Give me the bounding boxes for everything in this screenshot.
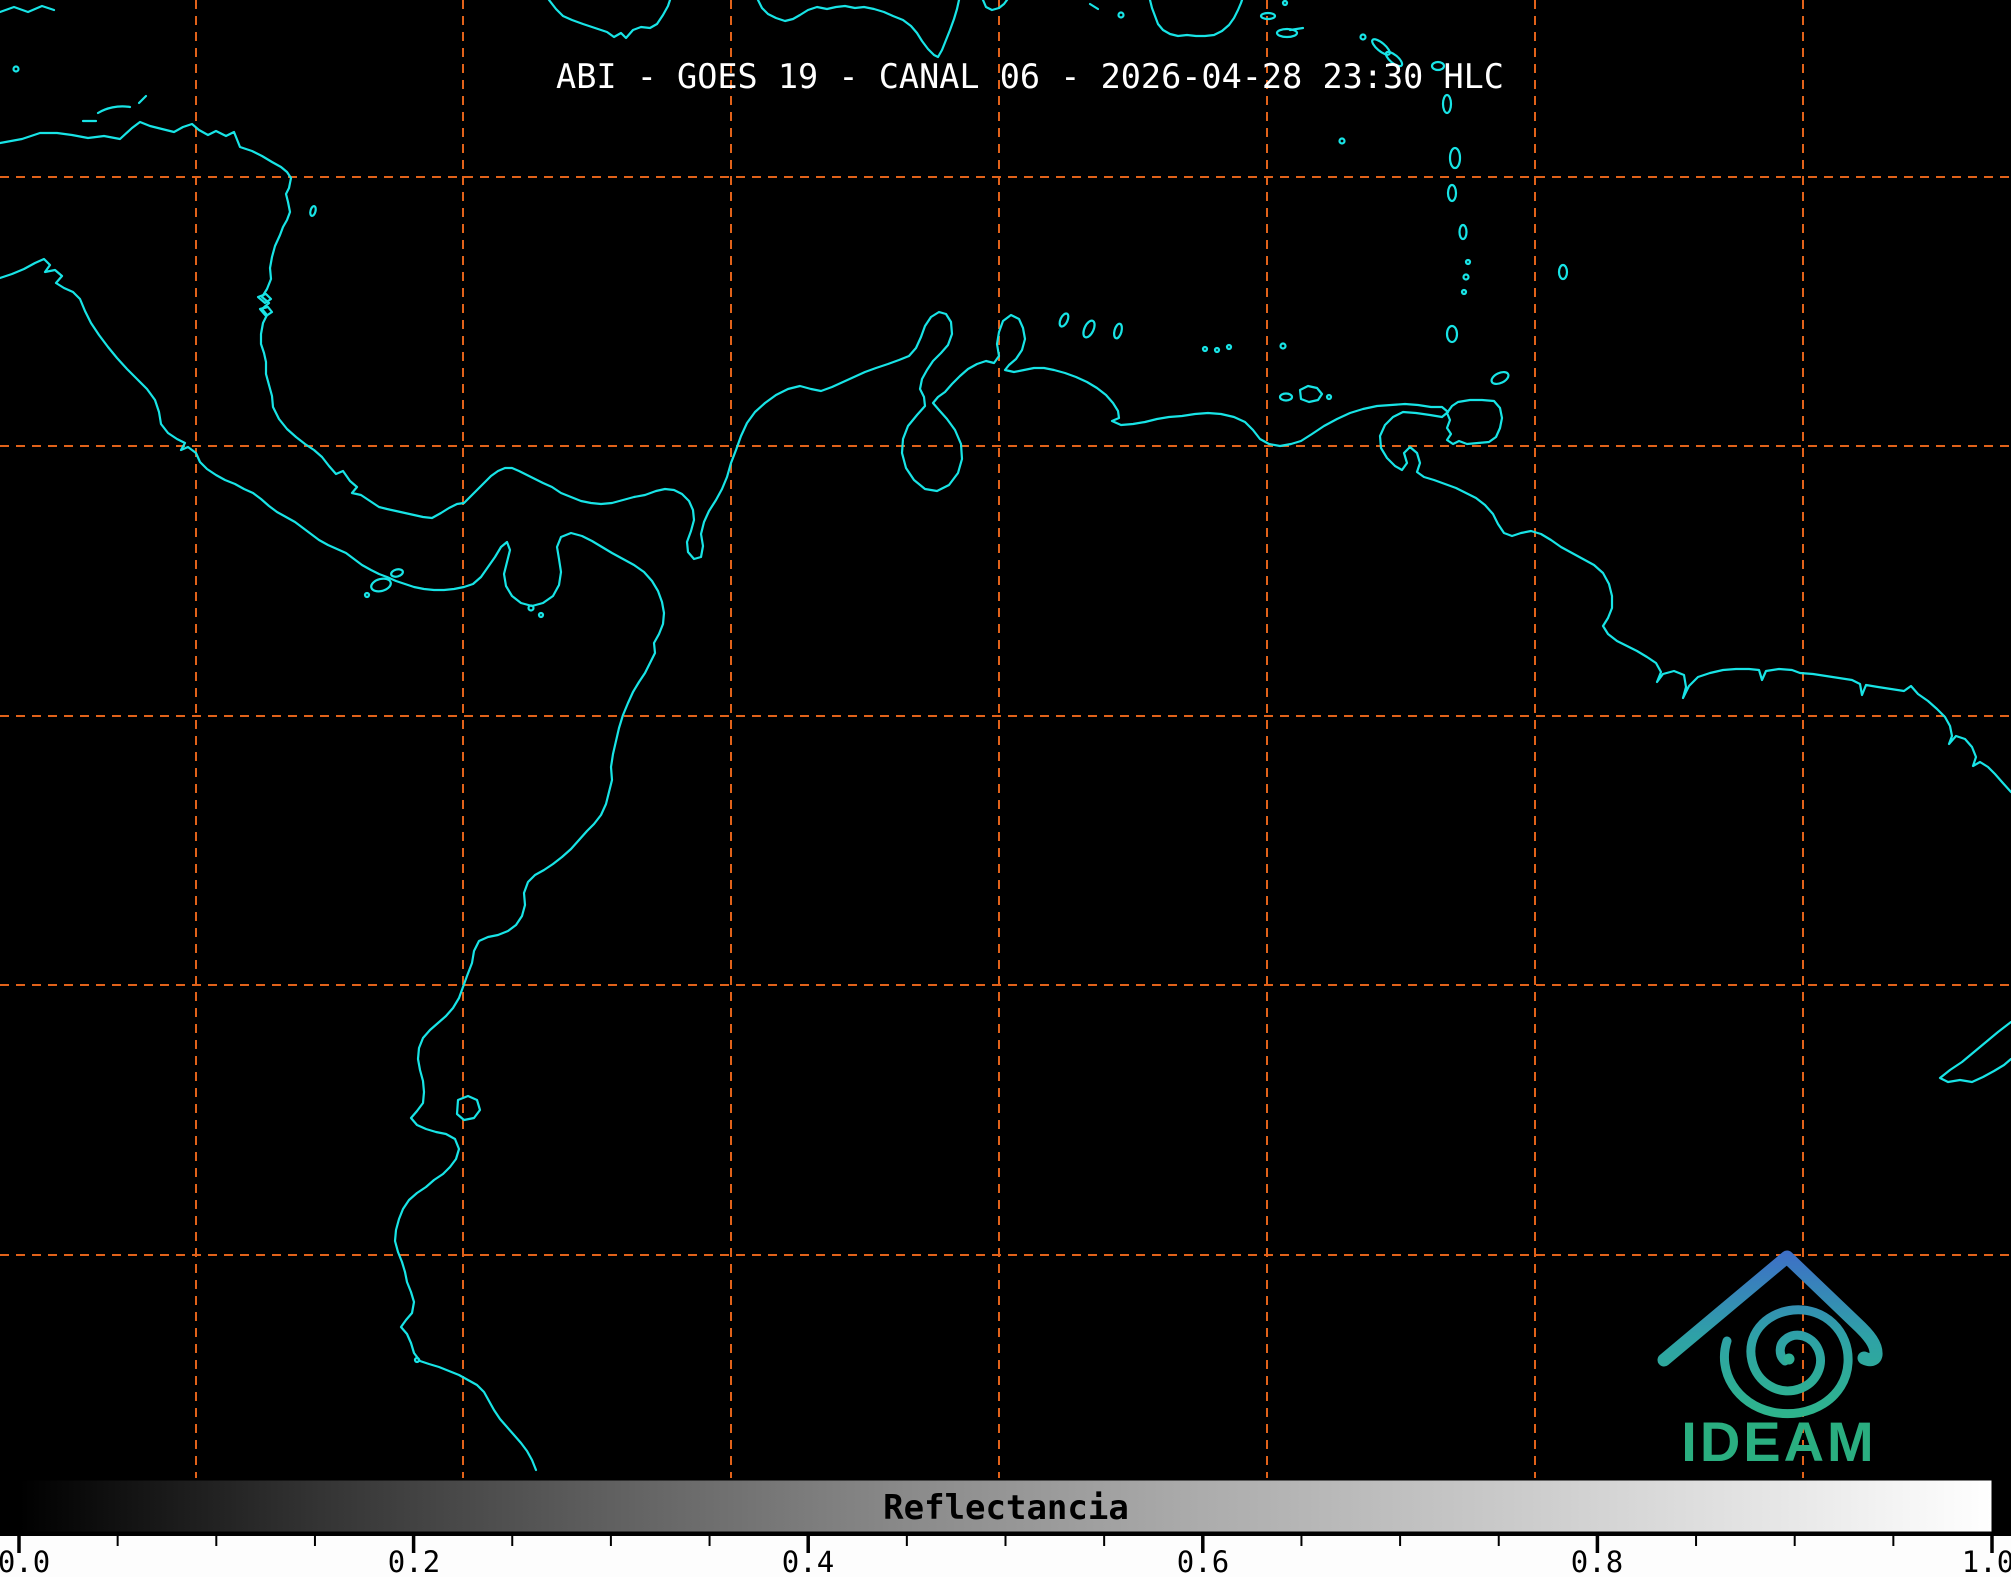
space-background bbox=[0, 0, 2011, 1577]
colorbar-tick-label: 0.4 bbox=[782, 1545, 834, 1577]
colorbar-tick-label: 0.2 bbox=[388, 1545, 440, 1577]
colorbar-tick-label: 1.0 bbox=[1962, 1545, 2011, 1577]
colorbar-label: Reflectancia bbox=[883, 1488, 1129, 1528]
colorbar-tick-label: 0.0 bbox=[0, 1545, 50, 1577]
satellite-map: ABI - GOES 19 - CANAL 06 - 2026-04-28 23… bbox=[0, 0, 2011, 1577]
image-title: ABI - GOES 19 - CANAL 06 - 2026-04-28 23… bbox=[556, 57, 1504, 96]
satellite-image-viewport: ABI - GOES 19 - CANAL 06 - 2026-04-28 23… bbox=[0, 0, 2011, 1577]
colorbar-border bbox=[19, 1532, 1992, 1536]
spiral-eye-dot bbox=[1783, 1353, 1795, 1365]
colorbar-tick-label: 0.6 bbox=[1177, 1545, 1229, 1577]
colorbar-tick-label: 0.8 bbox=[1571, 1545, 1623, 1577]
ideam-wordmark: IDEAM bbox=[1681, 1410, 1876, 1473]
